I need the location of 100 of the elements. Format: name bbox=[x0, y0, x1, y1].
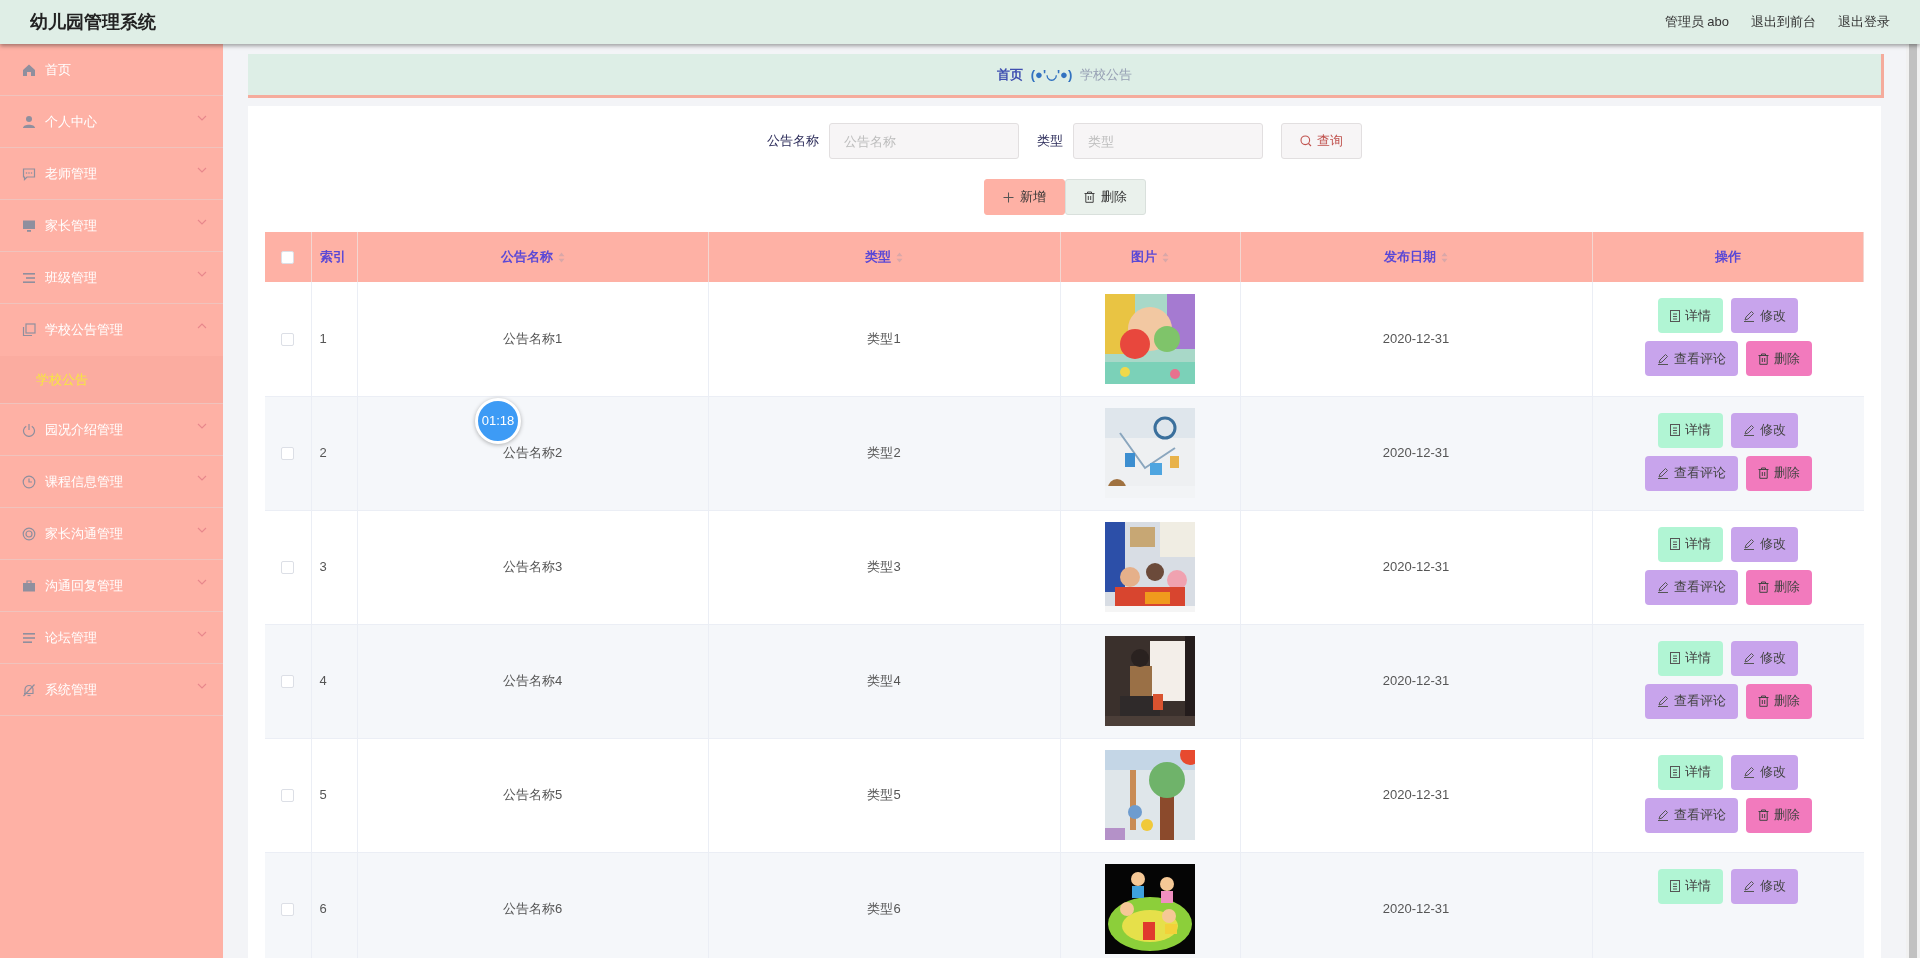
delete-button[interactable]: 删除 bbox=[1745, 683, 1812, 719]
edit-button[interactable]: 修改 bbox=[1731, 526, 1798, 562]
table-cell: 2020-12-31 bbox=[1382, 673, 1450, 689]
search-icon bbox=[1300, 135, 1312, 147]
add-button[interactable]: 新增 bbox=[983, 179, 1065, 215]
checkbox[interactable] bbox=[281, 561, 295, 575]
document-icon bbox=[1670, 309, 1680, 322]
detail-button[interactable]: 详情 bbox=[1658, 754, 1723, 790]
search-field[interactable]: 公告名称 bbox=[829, 123, 1019, 159]
briefcase-icon bbox=[22, 578, 36, 593]
edit-button[interactable]: 修改 bbox=[1731, 754, 1798, 790]
header-link[interactable]: 管理员 abo bbox=[1664, 12, 1729, 32]
edit-button[interactable]: 修改 bbox=[1731, 412, 1798, 448]
table-cell: 公告名称5 bbox=[502, 787, 563, 803]
document-icon bbox=[1670, 766, 1680, 778]
table-cell: 2020-12-31 bbox=[1382, 559, 1450, 575]
power-icon bbox=[22, 422, 36, 437]
column-header[interactable]: 发布日期 bbox=[1384, 247, 1436, 267]
column-header[interactable]: 类型 bbox=[865, 247, 891, 267]
table-cell: 4 bbox=[319, 673, 327, 689]
pencil-icon bbox=[1656, 695, 1669, 707]
checkbox[interactable] bbox=[281, 789, 295, 803]
table-cell: 类型3 bbox=[867, 559, 901, 575]
table-cell: 3 bbox=[319, 559, 327, 575]
trash-icon bbox=[1757, 695, 1769, 707]
table-cell: 1 bbox=[319, 331, 327, 346]
search-button[interactable]: 查询 bbox=[1281, 123, 1362, 159]
table-cell: 5 bbox=[319, 787, 327, 803]
table-cell: 公告名称2 bbox=[502, 445, 563, 461]
pencil-icon bbox=[1656, 809, 1669, 821]
detail-button[interactable]: 详情 bbox=[1658, 868, 1723, 904]
detail-button[interactable]: 详情 bbox=[1658, 526, 1723, 562]
pencil-icon bbox=[1656, 352, 1669, 365]
user-icon bbox=[22, 114, 36, 129]
home-icon bbox=[22, 62, 36, 77]
checkbox[interactable] bbox=[281, 333, 295, 347]
list-icon bbox=[22, 270, 36, 285]
table-cell: 公告名称3 bbox=[502, 559, 563, 575]
menu-icon bbox=[22, 630, 36, 645]
table-cell: 2020-12-31 bbox=[1382, 445, 1450, 461]
delete-button[interactable]: 删除 bbox=[1064, 179, 1146, 215]
pencil-icon bbox=[1656, 581, 1669, 593]
table-cell: 类型2 bbox=[867, 445, 901, 461]
delete-button[interactable]: 删除 bbox=[1745, 455, 1812, 491]
pencil-icon bbox=[1743, 309, 1755, 322]
header-link[interactable]: 退出到前台 bbox=[1751, 12, 1816, 32]
table-cell: 2020-12-31 bbox=[1382, 331, 1450, 346]
monitor-icon bbox=[22, 218, 36, 233]
table-cell: 公告名称4 bbox=[502, 673, 563, 689]
table-cell: 2020-12-31 bbox=[1382, 901, 1450, 917]
checkbox[interactable] bbox=[281, 251, 295, 265]
edit-button[interactable]: 修改 bbox=[1731, 640, 1798, 676]
pencil-icon bbox=[1656, 467, 1669, 479]
checkbox[interactable] bbox=[281, 447, 295, 461]
checkbox[interactable] bbox=[281, 675, 295, 689]
trash-icon bbox=[1757, 809, 1769, 821]
checkbox[interactable] bbox=[281, 903, 295, 917]
table-cell: 2 bbox=[319, 445, 327, 461]
table-cell: 公告名称1 bbox=[502, 331, 563, 346]
pencil-icon bbox=[1743, 880, 1755, 892]
delete-button[interactable]: 删除 bbox=[1745, 797, 1812, 833]
delete-button[interactable]: 删除 bbox=[1745, 341, 1812, 376]
table-cell: 2020-12-31 bbox=[1382, 787, 1450, 803]
delete-button[interactable]: 删除 bbox=[1745, 569, 1812, 605]
table-cell: 公告名称6 bbox=[502, 901, 563, 917]
column-header[interactable]: 公告名称 bbox=[500, 247, 553, 267]
pencil-icon bbox=[1743, 652, 1755, 664]
comments-button[interactable]: 查看评论 bbox=[1644, 341, 1738, 376]
trash-icon bbox=[1757, 352, 1769, 365]
detail-button[interactable]: 详情 bbox=[1658, 298, 1723, 333]
detail-button[interactable]: 详情 bbox=[1658, 412, 1723, 448]
pencil-icon bbox=[1743, 538, 1755, 550]
document-icon bbox=[1670, 652, 1680, 664]
document-icon bbox=[1670, 538, 1680, 550]
edit-button[interactable]: 修改 bbox=[1731, 298, 1798, 333]
field-label: 公告名称 bbox=[767, 132, 819, 151]
ring-icon bbox=[22, 526, 36, 541]
trash-icon bbox=[1757, 581, 1769, 593]
trash-icon bbox=[1083, 191, 1095, 203]
table-cell: 类型4 bbox=[867, 673, 901, 689]
detail-button[interactable]: 详情 bbox=[1658, 640, 1723, 676]
breadcrumb-link[interactable]: 首页 bbox=[996, 64, 1023, 85]
field-label: 类型 bbox=[1037, 132, 1063, 151]
column-header[interactable]: 操作 bbox=[1714, 247, 1741, 267]
comments-button[interactable]: 查看评论 bbox=[1644, 683, 1738, 719]
header-link[interactable]: 退出登录 bbox=[1838, 12, 1890, 32]
scrollbar[interactable] bbox=[1906, 44, 1920, 958]
document-icon bbox=[1670, 880, 1680, 892]
bell-off-icon bbox=[22, 682, 36, 697]
comments-button[interactable]: 查看评论 bbox=[1644, 797, 1738, 833]
comments-button[interactable]: 查看评论 bbox=[1644, 569, 1738, 605]
table-cell: 6 bbox=[319, 901, 327, 917]
comments-button[interactable]: 查看评论 bbox=[1644, 455, 1738, 491]
breadcrumb-current: 学校公告 bbox=[1080, 65, 1133, 84]
column-header[interactable]: 图片 bbox=[1131, 247, 1157, 267]
edit-button[interactable]: 修改 bbox=[1731, 868, 1798, 904]
copy-icon bbox=[22, 323, 36, 337]
column-header[interactable]: 索引 bbox=[319, 247, 346, 267]
plus-icon bbox=[1002, 191, 1014, 203]
table-cell: 类型5 bbox=[867, 787, 901, 803]
